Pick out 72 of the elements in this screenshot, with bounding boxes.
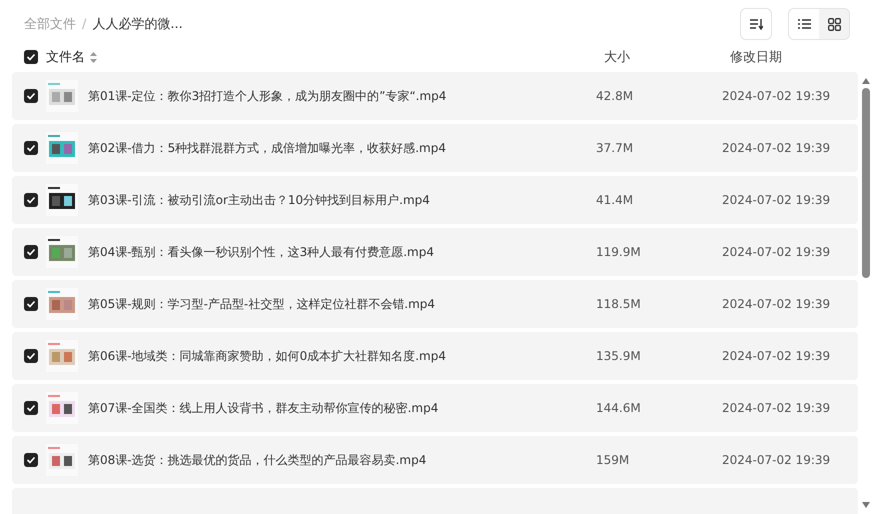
file-size: 159M <box>596 453 630 467</box>
sort-arrows-icon[interactable] <box>90 52 97 62</box>
file-size: 118.5M <box>596 297 642 311</box>
file-row[interactable]: 第06课-地域类：同城靠商家赞助，如何0成本扩大社群知名度.mp4 135.9M 2024-07-02 19:39 <box>12 332 858 380</box>
check-icon <box>26 352 36 360</box>
file-name: 第02课-借力：5种找群混群方式，成倍增加曝光率，收获好感.mp4 <box>88 140 447 156</box>
column-header[interactable]: 文件名 <box>46 48 85 66</box>
breadcrumb-current: 人人必学的微... <box>92 16 183 33</box>
select-all-checkbox[interactable] <box>24 50 38 64</box>
file-size: 42.8M <box>596 89 634 103</box>
modified-date: 2024-07-02 19:39 <box>722 245 830 259</box>
check-icon <box>26 456 36 464</box>
video-thumbnail <box>46 236 78 268</box>
file-row[interactable]: 第08课-选货：挑选最优的货品，什么类型的产品最容易卖.mp4 159M 2024-07-02 19:39 <box>12 436 858 484</box>
modified-date: 2024-07-02 19:39 <box>722 193 830 207</box>
file-row[interactable]: 第02课-借力：5种找群混群方式，成倍增加曝光率，收获好感.mp4 37.7M 2024-07-02 19:39 <box>12 124 858 172</box>
sort-icon <box>749 18 763 30</box>
file-row[interactable]: 第04课-甄别：看头像一秒识别个性，这3种人最有付费意愿.mp4 119.9M 2024-07-02 19:39 <box>12 228 858 276</box>
modified-date: 2024-07-02 19:39 <box>722 401 830 415</box>
file-name: 第04课-甄别：看头像一秒识别个性，这3种人最有付费意愿.mp4 <box>88 244 435 260</box>
modified-date: 2024-07-02 19:39 <box>722 89 830 103</box>
row-checkbox[interactable] <box>24 297 38 311</box>
breadcrumb-separator: / <box>82 16 86 32</box>
row-checkbox[interactable] <box>24 89 38 103</box>
list-icon <box>798 19 810 29</box>
check-icon <box>26 404 36 412</box>
video-thumbnail <box>46 184 78 216</box>
file-size: 119.9M <box>596 245 642 259</box>
list-view-button[interactable] <box>789 9 819 39</box>
row-checkbox[interactable] <box>24 141 38 155</box>
scrollbar-thumb[interactable] <box>862 88 870 278</box>
column-header: 修改日期 <box>730 49 782 66</box>
check-icon <box>26 144 36 152</box>
video-thumbnail <box>46 132 78 164</box>
sort-button[interactable] <box>740 8 772 40</box>
file-name: 第08课-选货：挑选最优的货品，什么类型的产品最容易卖.mp4 <box>88 452 428 468</box>
check-icon <box>26 300 36 308</box>
row-checkbox[interactable] <box>24 349 38 363</box>
file-row[interactable]: 第07课-全国类：线上用人设背书，群友主动帮你宣传的秘密.mp4 144.6M 2024-07-02 19:39 <box>12 384 858 432</box>
modified-date: 2024-07-02 19:39 <box>722 297 830 311</box>
row-checkbox[interactable] <box>24 193 38 207</box>
check-icon <box>26 196 36 204</box>
video-thumbnail <box>46 340 78 372</box>
modified-date: 2024-07-02 19:39 <box>722 349 830 363</box>
file-row[interactable]: 第05课-规则：学习型-产品型-社交型，这样定位社群不会错.mp4 118.5M 2024-07-02 19:39 <box>12 280 858 328</box>
scroll-down-icon[interactable] <box>862 502 870 508</box>
file-size: 144.6M <box>596 401 642 415</box>
modified-date: 2024-07-02 19:39 <box>722 141 830 155</box>
check-icon <box>26 248 36 256</box>
file-size: 41.4M <box>596 193 634 207</box>
file-row[interactable]: 第01课-定位：教你3招打造个人形象，成为朋友圈中的”专家“.mp4 42.8M 2024-07-02 19:39 <box>12 72 858 120</box>
video-thumbnail <box>46 80 78 112</box>
video-thumbnail <box>46 444 78 476</box>
file-name: 第07课-全国类：线上用人设背书，群友主动帮你宣传的秘密.mp4 <box>88 400 440 416</box>
row-checkbox[interactable] <box>24 245 38 259</box>
file-row[interactable]: 第03课-引流：被动引流or主动出击？10分钟找到目标用户.mp4 41.4M 2024-07-02 19:39 <box>12 176 858 224</box>
row-checkbox[interactable] <box>24 401 38 415</box>
grid-icon <box>828 18 840 30</box>
check-icon <box>26 53 36 61</box>
video-thumbnail <box>46 392 78 424</box>
row-checkbox[interactable] <box>24 453 38 467</box>
file-name: 第05课-规则：学习型-产品型-社交型，这样定位社群不会错.mp4 <box>88 296 436 312</box>
file-name: 第03课-引流：被动引流or主动出击？10分钟找到目标用户.mp4 <box>88 192 431 208</box>
file-size: 37.7M <box>596 141 634 155</box>
file-name: 第01课-定位：教你3招打造个人形象，成为朋友圈中的”专家“.mp4 <box>88 88 448 104</box>
check-icon <box>26 92 36 100</box>
file-name: 第06课-地域类：同城靠商家赞助，如何0成本扩大社群知名度.mp4 <box>88 348 447 364</box>
video-thumbnail <box>46 288 78 320</box>
modified-date: 2024-07-02 19:39 <box>722 453 830 467</box>
column-header: 大小 <box>604 49 630 66</box>
file-size: 135.9M <box>596 349 642 363</box>
scroll-up-icon[interactable] <box>862 78 870 84</box>
